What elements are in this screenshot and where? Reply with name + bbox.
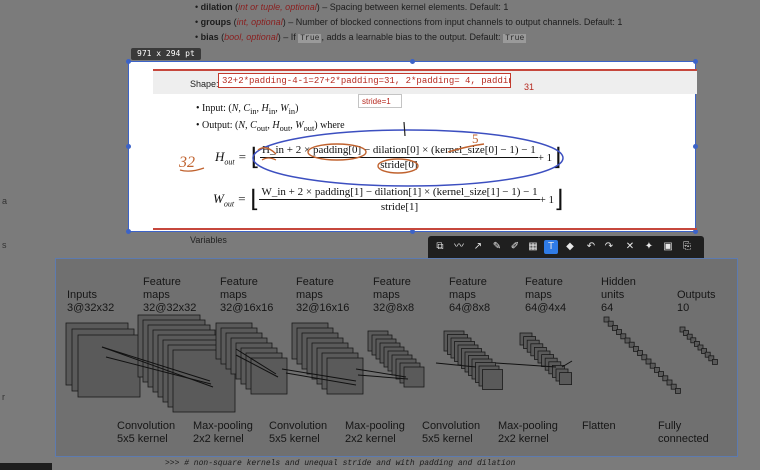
eraser-tool-icon[interactable]: ◆ bbox=[563, 240, 577, 254]
layer-label: Feature maps 32@32x32 bbox=[143, 276, 197, 314]
undo-icon[interactable]: ↶ bbox=[584, 240, 598, 254]
variables-heading: Variables bbox=[190, 235, 227, 245]
annotation-circle bbox=[307, 143, 367, 161]
feature-map bbox=[403, 366, 425, 388]
operation-label: Max-pooling 2x2 kernel bbox=[345, 420, 405, 445]
layer-label: Hidden units 64 bbox=[601, 276, 636, 314]
copy-icon[interactable]: ⎘ bbox=[680, 240, 694, 254]
annotation-stroke bbox=[447, 143, 485, 153]
text-tool-icon[interactable]: T bbox=[544, 240, 558, 254]
connection-line bbox=[561, 360, 573, 368]
annotation-32: 32 bbox=[178, 154, 195, 171]
layer-label: Feature maps 32@16x16 bbox=[296, 276, 350, 314]
annotation-stroke bbox=[261, 157, 277, 161]
arrow-tool-icon[interactable]: ↗ bbox=[471, 240, 485, 254]
feature-map bbox=[326, 357, 364, 395]
layer-label: Outputs 10 bbox=[677, 289, 716, 314]
close-icon[interactable]: ✕ bbox=[623, 240, 637, 254]
save-icon[interactable]: ▣ bbox=[661, 240, 675, 254]
operation-label: Max-pooling 2x2 kernel bbox=[193, 420, 253, 445]
operation-label: Convolution 5x5 kernel bbox=[269, 420, 328, 445]
annotation-stroke bbox=[257, 147, 277, 155]
annotation-stroke bbox=[403, 121, 406, 137]
feature-map bbox=[482, 369, 503, 390]
layer-label: Feature maps 64@4x4 bbox=[525, 276, 567, 314]
operation-label: Fully connected bbox=[658, 420, 709, 445]
curve-tool-icon[interactable]: 〰 bbox=[452, 240, 466, 254]
operation-label: Convolution 5x5 kernel bbox=[117, 420, 176, 445]
layer-label: Feature maps 32@16x16 bbox=[220, 276, 274, 314]
annotation-five: 5 bbox=[472, 131, 479, 146]
taskbar-fragment bbox=[0, 463, 52, 470]
output-unit bbox=[712, 359, 718, 365]
hidden-unit bbox=[675, 387, 681, 394]
operation-label: Flatten bbox=[582, 420, 616, 432]
layer-label: Inputs 3@32x32 bbox=[67, 289, 115, 314]
pen-tool-icon[interactable]: ✎ bbox=[490, 240, 504, 254]
operation-label: Convolution 5x5 kernel bbox=[422, 420, 481, 445]
mosaic-tool-icon[interactable]: ▦ bbox=[526, 240, 540, 254]
bottom-code-line: >>> # non-square kernels and unequal str… bbox=[165, 459, 516, 468]
feature-map bbox=[559, 372, 573, 385]
crop-tool-icon[interactable]: ⧉ bbox=[433, 240, 447, 254]
pin-icon[interactable]: ✦ bbox=[642, 240, 656, 254]
redo-icon[interactable]: ↷ bbox=[602, 240, 616, 254]
operation-label: Max-pooling 2x2 kernel bbox=[498, 420, 558, 445]
highlighter-tool-icon[interactable]: ✐ bbox=[508, 240, 522, 254]
feature-map bbox=[250, 357, 288, 395]
annotation-circle bbox=[377, 158, 419, 174]
input-map bbox=[77, 334, 141, 398]
layer-label: Feature maps 32@8x8 bbox=[373, 276, 415, 314]
annotation-ellipse bbox=[252, 129, 564, 187]
layer-label: Feature maps 64@8x8 bbox=[449, 276, 491, 314]
